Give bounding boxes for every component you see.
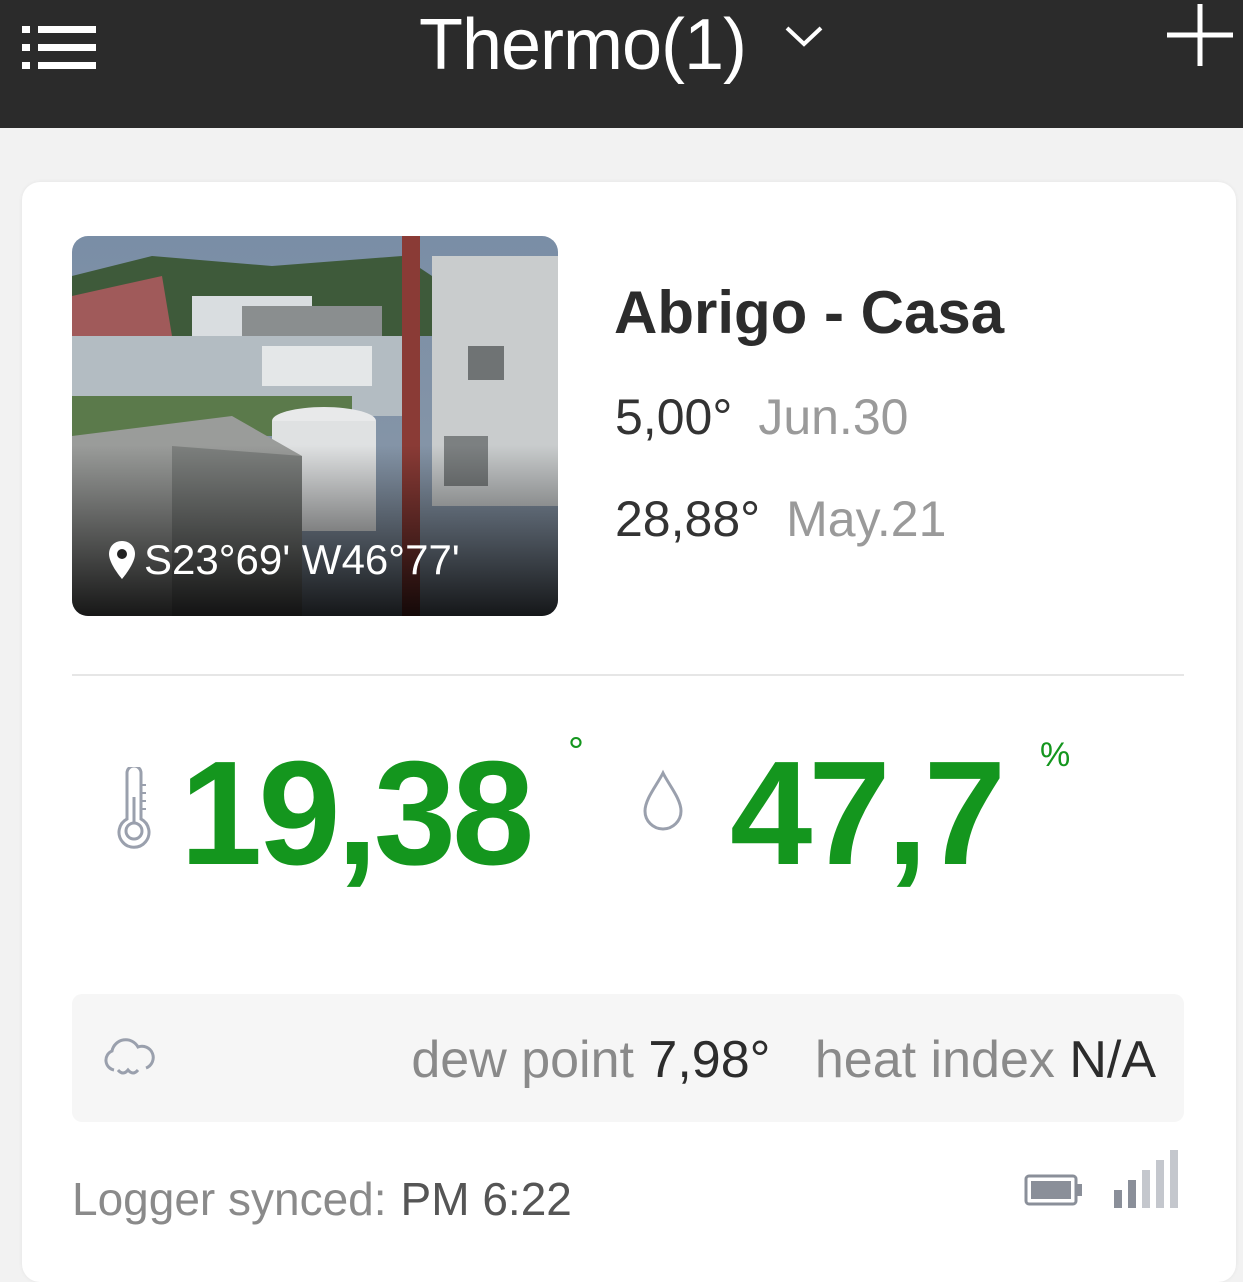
heat-index-value: N/A	[1069, 1031, 1156, 1089]
humidity-reading: 47,7	[730, 731, 1006, 896]
humidity-unit: %	[1040, 736, 1071, 774]
max-value: 28,88°	[615, 491, 761, 547]
cloud-icon	[104, 1038, 155, 1075]
location-coordinates: S23°69' W46°77'	[108, 536, 460, 584]
coordinates-text: S23°69' W46°77'	[144, 536, 460, 583]
min-record: 5,00° Jun.30	[615, 388, 908, 446]
device-card[interactable]: S23°69' W46°77' Abrigo - Casa 5,00° Jun.3…	[22, 182, 1236, 1282]
plus-icon[interactable]	[1165, 2, 1235, 68]
humidity-drop-icon	[643, 769, 683, 831]
top-bar: Thermo(1)	[0, 0, 1243, 128]
max-date: May.21	[786, 491, 947, 547]
temperature-reading: 19,38	[180, 731, 534, 896]
location-pin-icon	[109, 541, 135, 579]
signal-strength-icon	[1114, 1150, 1178, 1208]
divider	[72, 674, 1184, 676]
device-selector[interactable]: Thermo(1)	[0, 0, 1243, 90]
max-record: 28,88° May.21	[615, 490, 946, 548]
location-photo[interactable]: S23°69' W46°77'	[72, 236, 558, 616]
dew-heat-text: dew point 7,98° heat index N/A	[411, 1030, 1156, 1090]
sync-status: Logger synced: PM 6:22	[72, 1172, 572, 1226]
sync-time: PM 6:22	[400, 1173, 572, 1225]
sync-label: Logger synced:	[72, 1173, 387, 1225]
dew-point-value: 7,98°	[648, 1031, 771, 1089]
dew-point-label: dew point	[411, 1031, 634, 1089]
heat-index-label: heat index	[814, 1031, 1055, 1089]
battery-icon	[1024, 1174, 1082, 1206]
min-date: Jun.30	[758, 389, 909, 445]
temperature-unit: °	[568, 730, 584, 774]
chevron-down-icon	[785, 26, 823, 47]
min-value: 5,00°	[615, 389, 733, 445]
page-title: Thermo(1)	[418, 5, 747, 85]
thermometer-icon	[117, 767, 151, 849]
derived-info-bar: dew point 7,98° heat index N/A	[72, 994, 1184, 1122]
device-name: Abrigo - Casa	[614, 279, 1005, 346]
